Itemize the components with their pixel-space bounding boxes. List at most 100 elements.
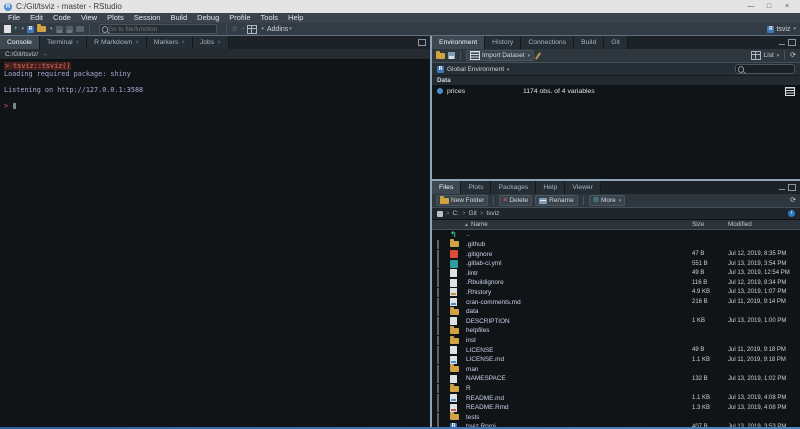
file-row[interactable]: NAMESPACE132 BJul 13, 2019, 1:02 PM xyxy=(432,374,800,384)
file-row[interactable]: LICENSE49 BJul 11, 2019, 9:18 PM xyxy=(432,345,800,355)
environment-search-input[interactable] xyxy=(746,66,792,72)
environment-object-row[interactable]: prices1174 obs. of 4 variables xyxy=(432,86,800,96)
import-dataset-button[interactable]: Import Dataset ▾ xyxy=(466,50,534,61)
menu-tools[interactable]: Tools xyxy=(256,13,284,23)
close-icon[interactable]: × xyxy=(135,40,139,46)
file-checkbox[interactable] xyxy=(437,250,439,259)
refresh-icon[interactable]: ⟳ xyxy=(790,52,796,59)
list-view-button[interactable]: List ▾ xyxy=(764,52,779,59)
console-tab-terminal[interactable]: Terminal× xyxy=(40,36,87,49)
load-workspace-button[interactable] xyxy=(436,53,445,59)
modified-column-header[interactable]: Modified xyxy=(728,221,800,228)
close-icon[interactable]: × xyxy=(76,40,80,46)
file-name[interactable]: tests xyxy=(466,414,692,421)
file-checkbox[interactable] xyxy=(437,374,439,383)
new-folder-button[interactable]: New Folder xyxy=(436,195,488,206)
rename-button[interactable]: Rename xyxy=(535,195,578,206)
file-row[interactable]: .Rhistory4.9 KBJul 13, 2019, 1:07 PM xyxy=(432,288,800,298)
maximize-pane-icon[interactable] xyxy=(788,39,796,46)
view-table-icon[interactable] xyxy=(785,87,795,96)
environment-tab-connections[interactable]: Connections xyxy=(521,36,574,49)
file-row[interactable]: README.md1.1 KBJul 13, 2019, 4:08 PM xyxy=(432,393,800,403)
file-row[interactable]: inst xyxy=(432,336,800,346)
home-icon[interactable] xyxy=(437,211,443,217)
goto-file-function-box[interactable] xyxy=(99,24,217,34)
maximize-button[interactable]: □ xyxy=(760,0,778,13)
environment-scope-selector[interactable]: Global Environment ▾ xyxy=(447,66,509,73)
breadcrumb-c-[interactable]: C: xyxy=(453,210,460,217)
file-checkbox[interactable] xyxy=(437,317,439,326)
file-checkbox[interactable] xyxy=(437,346,439,355)
file-checkbox[interactable] xyxy=(437,326,439,335)
file-row[interactable]: man xyxy=(432,365,800,375)
maximize-pane-icon[interactable] xyxy=(788,184,796,191)
file-name[interactable]: README.md xyxy=(466,395,692,402)
close-icon[interactable]: × xyxy=(217,40,221,46)
name-column-header[interactable]: ▲ Name xyxy=(464,221,692,228)
file-name[interactable]: .gitignore xyxy=(466,251,692,258)
menu-file[interactable]: File xyxy=(3,13,25,23)
file-checkbox[interactable] xyxy=(437,394,439,403)
files-tab-packages[interactable]: Packages xyxy=(491,181,536,194)
file-checkbox[interactable] xyxy=(437,269,439,278)
minimize-button[interactable]: — xyxy=(742,0,760,13)
breadcrumb-git[interactable]: Git xyxy=(469,210,477,217)
file-row[interactable]: .gitignore47 BJul 12, 2019, 8:35 PM xyxy=(432,249,800,259)
file-checkbox[interactable] xyxy=(437,403,439,412)
addins-menu-button[interactable]: Addins ▾ xyxy=(267,26,292,33)
pane-layout-button[interactable]: ▾ xyxy=(247,25,264,34)
breadcrumb-tsviz[interactable]: tsviz xyxy=(486,210,499,217)
files-tab-viewer[interactable]: Viewer xyxy=(565,181,601,194)
file-row[interactable]: DESCRIPTION1 KBJul 13, 2019, 1:00 PM xyxy=(432,316,800,326)
file-row[interactable]: helpfiles xyxy=(432,326,800,336)
file-row[interactable]: ↰.. xyxy=(432,230,800,240)
minimize-pane-icon[interactable] xyxy=(779,185,785,190)
file-name[interactable]: man xyxy=(466,366,692,373)
file-row[interactable]: .github xyxy=(432,240,800,250)
file-checkbox[interactable] xyxy=(437,288,439,297)
open-file-button[interactable]: ▾ xyxy=(37,26,53,32)
environment-tab-history[interactable]: History xyxy=(485,36,521,49)
file-name[interactable]: .gitlab-ci.yml xyxy=(466,260,692,267)
file-row[interactable]: data xyxy=(432,307,800,317)
save-all-button[interactable] xyxy=(66,26,73,33)
console-tab-console[interactable]: Console xyxy=(0,36,40,49)
save-workspace-button[interactable] xyxy=(448,52,455,59)
file-checkbox[interactable] xyxy=(437,298,439,307)
menu-build[interactable]: Build xyxy=(165,13,192,23)
file-checkbox[interactable] xyxy=(437,336,439,345)
file-name[interactable]: inst xyxy=(466,337,692,344)
file-name[interactable]: .Rhistory xyxy=(466,289,692,296)
file-row[interactable]: .lintr49 BJul 13, 2019, 12:54 PM xyxy=(432,268,800,278)
new-project-button[interactable]: R xyxy=(27,26,34,33)
environment-tab-git[interactable]: Git xyxy=(604,36,628,49)
close-button[interactable]: × xyxy=(778,0,796,13)
file-name[interactable]: LICENSE.md xyxy=(466,356,692,363)
new-file-button[interactable]: + ▾ xyxy=(4,25,24,33)
close-icon[interactable]: × xyxy=(181,40,185,46)
menu-profile[interactable]: Profile xyxy=(224,13,255,23)
project-selector-button[interactable]: R tsviz ▾ xyxy=(767,26,796,33)
save-button[interactable] xyxy=(56,26,63,33)
file-row[interactable]: .Rbuildignore116 BJul 12, 2019, 8:34 PM xyxy=(432,278,800,288)
file-row[interactable]: cran-comments.md216 BJul 11, 2019, 9:14 … xyxy=(432,297,800,307)
more-button[interactable]: ⚙ More ▾ xyxy=(589,195,626,206)
menu-debug[interactable]: Debug xyxy=(192,13,224,23)
file-name[interactable]: helpfiles xyxy=(466,327,692,334)
file-checkbox[interactable] xyxy=(437,355,439,364)
go-to-directory-icon[interactable]: → xyxy=(41,51,48,58)
file-name[interactable]: R xyxy=(466,385,692,392)
file-row[interactable]: LICENSE.md1.1 KBJul 11, 2019, 9:18 PM xyxy=(432,355,800,365)
print-button[interactable] xyxy=(76,26,84,32)
menu-plots[interactable]: Plots xyxy=(102,13,129,23)
info-icon[interactable]: i xyxy=(788,210,795,217)
minimize-pane-icon[interactable] xyxy=(779,40,785,45)
file-name[interactable]: .. xyxy=(466,231,692,238)
environment-tab-build[interactable]: Build xyxy=(574,36,604,49)
files-tab-files[interactable]: Files xyxy=(432,181,461,194)
file-checkbox[interactable] xyxy=(437,259,439,268)
delete-button[interactable]: × Delete xyxy=(499,195,532,206)
file-name[interactable]: NAMESPACE xyxy=(466,375,692,382)
file-row[interactable]: .gitlab-ci.yml551 BJul 13, 2019, 3:54 PM xyxy=(432,259,800,269)
file-name[interactable]: data xyxy=(466,308,692,315)
